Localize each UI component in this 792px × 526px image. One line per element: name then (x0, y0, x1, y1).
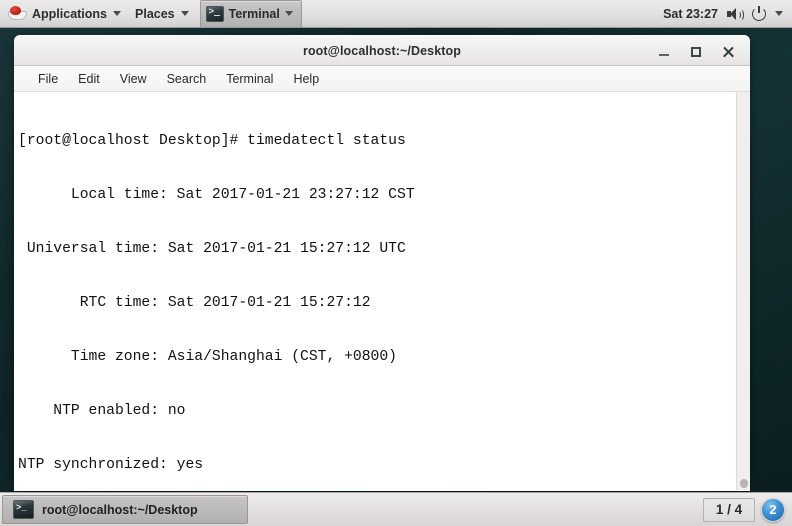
terminal-line: Time zone: Asia/Shanghai (CST, +0800) (18, 349, 397, 365)
terminal-line: NTP enabled: no (18, 403, 186, 419)
taskbar-window-button[interactable]: root@localhost:~/Desktop (2, 495, 248, 524)
chevron-down-icon (113, 11, 122, 16)
clock[interactable]: Sat 23:27 (663, 7, 718, 21)
terminal-icon (13, 500, 34, 519)
panel-status-area: Sat 23:27 (663, 5, 792, 21)
menu-item-view[interactable]: View (110, 70, 157, 88)
window-title: root@localhost:~/Desktop (302, 43, 461, 58)
terminal-line: NTP synchronized: yes (18, 457, 204, 473)
chevron-down-icon (284, 11, 293, 16)
places-menu[interactable]: Places (128, 0, 196, 27)
chevron-down-icon[interactable] (775, 11, 783, 16)
menu-item-edit[interactable]: Edit (68, 70, 110, 88)
taskbar-window-label: root@localhost:~/Desktop (42, 502, 198, 517)
panel-window-item-label: Terminal (228, 6, 280, 21)
terminal-window: root@localhost:~/Desktop File Edit View … (14, 35, 750, 491)
bottom-taskbar: root@localhost:~/Desktop 1 / 4 2 (0, 492, 792, 526)
workspace-switcher[interactable]: 1 / 4 (703, 497, 755, 522)
menu-item-file[interactable]: File (28, 70, 68, 88)
maximize-icon[interactable] (688, 44, 704, 60)
terminal-scrollbar[interactable] (736, 92, 750, 490)
terminal-body-wrapper: [root@localhost Desktop]# timedatectl st… (14, 92, 750, 490)
power-icon[interactable] (752, 5, 766, 21)
applications-menu[interactable]: Applications (0, 0, 128, 27)
scrollbar-thumb[interactable] (740, 479, 748, 488)
notification-badge[interactable]: 2 (761, 497, 785, 522)
menu-item-help[interactable]: Help (283, 70, 329, 88)
window-title-bar[interactable]: root@localhost:~/Desktop (14, 35, 750, 66)
terminal-line: Local time: Sat 2017-01-21 23:27:12 CST (18, 187, 415, 203)
menu-item-search[interactable]: Search (157, 70, 217, 88)
top-panel: Applications Places Terminal Sat 23:27 (0, 0, 792, 28)
menu-bar: File Edit View Search Terminal Help (14, 66, 750, 92)
terminal-icon (205, 5, 224, 22)
window-controls (656, 36, 744, 67)
places-menu-label: Places (135, 6, 175, 21)
terminal-line: Universal time: Sat 2017-01-21 15:27:12 … (18, 241, 406, 257)
panel-window-item-terminal[interactable]: Terminal (199, 0, 302, 28)
speaker-icon[interactable] (727, 7, 744, 21)
applications-menu-label: Applications (32, 6, 108, 21)
minimize-icon[interactable] (656, 44, 672, 60)
terminal-line: [root@localhost Desktop]# timedatectl st… (18, 133, 406, 149)
menu-item-terminal[interactable]: Terminal (216, 70, 283, 88)
desktop-screen: Applications Places Terminal Sat 23:27 r… (0, 0, 792, 526)
chevron-down-icon (180, 11, 189, 16)
terminal-output[interactable]: [root@localhost Desktop]# timedatectl st… (14, 92, 736, 490)
terminal-line: RTC time: Sat 2017-01-21 15:27:12 (18, 295, 371, 311)
redhat-logo-icon (7, 5, 27, 22)
close-icon[interactable] (720, 44, 736, 60)
